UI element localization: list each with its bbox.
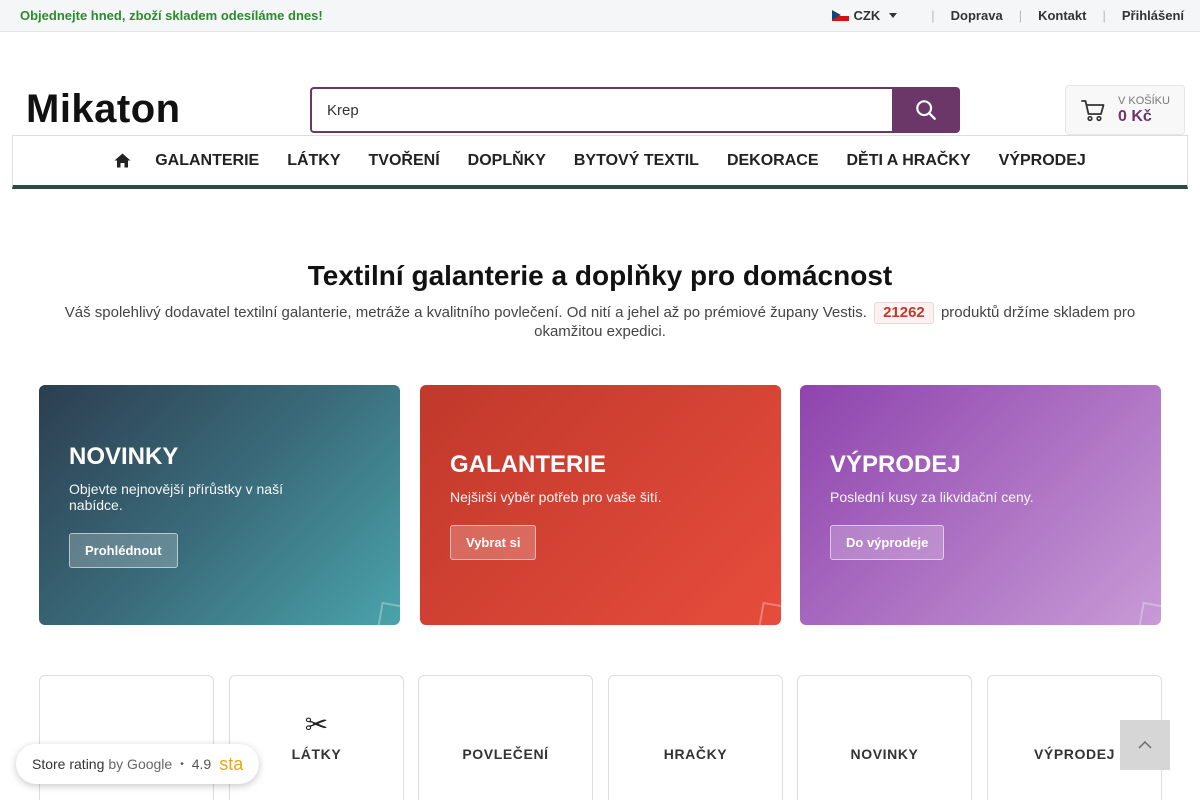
scissors-icon: ✂: [304, 709, 329, 740]
main-nav: GALANTERIE LÁTKY TVOŘENÍ DOPLŇKY BYTOVÝ …: [12, 135, 1188, 189]
separator-dot: •: [180, 758, 184, 770]
decorative-shape: [374, 601, 400, 625]
divider: |: [931, 8, 935, 23]
nav-item-deti-a-hracky[interactable]: DĚTI A HRAČKY: [847, 152, 971, 170]
nav-item-tvoreni[interactable]: TVOŘENÍ: [369, 152, 440, 170]
banner-title: NOVINKY: [69, 442, 179, 470]
decorative-shape: [1135, 601, 1161, 625]
search-input[interactable]: [310, 87, 892, 133]
banner-title: VÝPRODEJ: [830, 450, 961, 478]
banner-novinky[interactable]: NOVINKY Objevte nejnovější přírůstky v n…: [39, 385, 400, 625]
category-label: LÁTKY: [291, 746, 342, 762]
header: Mikaton V KOŠÍKU 0 Kč: [0, 32, 1200, 135]
rating-source: by Google: [108, 756, 173, 772]
decorative-shape: [755, 601, 781, 625]
chevron-up-icon: [1138, 741, 1152, 749]
link-prihlaseni[interactable]: Přihlášení: [1122, 8, 1184, 23]
search-button[interactable]: [892, 87, 960, 133]
currency-label: CZK: [853, 8, 881, 23]
banner-title: GALANTERIE: [450, 450, 606, 478]
category-label: POVLEČENÍ: [462, 746, 549, 762]
banner-button-vybrat-si[interactable]: Vybrat si: [450, 524, 537, 560]
nav-item-latky[interactable]: LÁTKY: [287, 152, 340, 170]
search-bar: [310, 87, 960, 133]
cart-icon: [1081, 100, 1105, 122]
category-tile-hracky[interactable]: HRAČKY: [608, 675, 783, 800]
banner-button-prohlednout[interactable]: Prohlédnout: [69, 532, 178, 568]
divider: |: [1018, 8, 1023, 23]
cart-button[interactable]: V KOŠÍKU 0 Kč: [1065, 85, 1185, 135]
link-kontakt[interactable]: Kontakt: [1038, 8, 1086, 23]
currency-selector[interactable]: CZK: [831, 8, 898, 23]
search-icon: [916, 100, 936, 120]
category-label: VÝPRODEJ: [1033, 746, 1116, 762]
site-logo[interactable]: Mikaton: [26, 89, 181, 129]
top-bar: Objednejte hned, zboží skladem odesíláme…: [0, 0, 1200, 32]
category-label: HRAČKY: [663, 746, 728, 762]
category-tile-novinky[interactable]: NOVINKY: [797, 675, 972, 800]
nav-item-vyprodej[interactable]: VÝPRODEJ: [999, 152, 1086, 170]
product-count-badge: 21262: [874, 302, 934, 324]
nav-item-bytovy-textil[interactable]: BYTOVÝ TEXTIL: [574, 152, 699, 170]
promo-text: Objednejte hned, zboží skladem odesíláme…: [20, 8, 323, 23]
banner-galanterie[interactable]: GALANTERIE Nejširší výběr potřeb pro vaš…: [420, 385, 781, 625]
banner-button-do-vyprodeje[interactable]: Do výprodeje: [830, 524, 945, 560]
rating-label: Store rating: [32, 756, 105, 772]
store-rating-widget[interactable]: Store rating by Google • 4.9 sta: [16, 744, 260, 784]
cart-label: V KOŠÍKU: [1118, 94, 1170, 107]
divider: |: [1102, 8, 1106, 23]
category-tile-povleceni[interactable]: POVLEČENÍ: [418, 675, 593, 800]
rating-stars: sta: [219, 753, 244, 774]
banner-vyprodej[interactable]: VÝPRODEJ Poslední kusy za likvidační cen…: [800, 385, 1161, 625]
banner-text: Objevte nejnovější přírůstky v naší nabí…: [69, 480, 283, 513]
home-icon[interactable]: [114, 153, 131, 168]
nav-item-dekorace[interactable]: DEKORACE: [727, 152, 819, 170]
top-links: CZK | Doprava | Kontakt | Přihlášení: [831, 8, 1184, 23]
rating-score: 4.9: [191, 756, 212, 772]
czech-flag-icon: [831, 10, 849, 21]
nav-item-galanterie[interactable]: GALANTERIE: [155, 152, 259, 170]
intro-text: Váš spolehlivý dodavatel textilní galant…: [60, 302, 1140, 340]
banner-text: Poslední kusy za likvidační ceny.: [830, 488, 1034, 505]
banner-text: Nejširší výběr potřeb pro vaše šití.: [450, 488, 662, 505]
nav-item-doplnky[interactable]: DOPLŇKY: [468, 152, 546, 170]
link-doprava[interactable]: Doprava: [951, 8, 1003, 23]
promo-message: Objednejte hned, zboží skladem odesíláme…: [16, 8, 323, 23]
intro-section: Textilní galanterie a doplňky pro domácn…: [0, 260, 1200, 340]
back-to-top-button[interactable]: [1120, 720, 1170, 770]
cart-price: 0 Kč: [1118, 107, 1152, 125]
category-label: NOVINKY: [850, 746, 919, 762]
category-tile-latky[interactable]: ✂ LÁTKY: [229, 675, 404, 800]
intro-text-before: Váš spolehlivý dodavatel textilní galant…: [64, 304, 867, 321]
page-title: Textilní galanterie a doplňky pro domácn…: [307, 260, 893, 291]
caret-down-icon: [889, 13, 898, 18]
cart-summary: V KOŠÍKU 0 Kč: [1118, 95, 1170, 126]
